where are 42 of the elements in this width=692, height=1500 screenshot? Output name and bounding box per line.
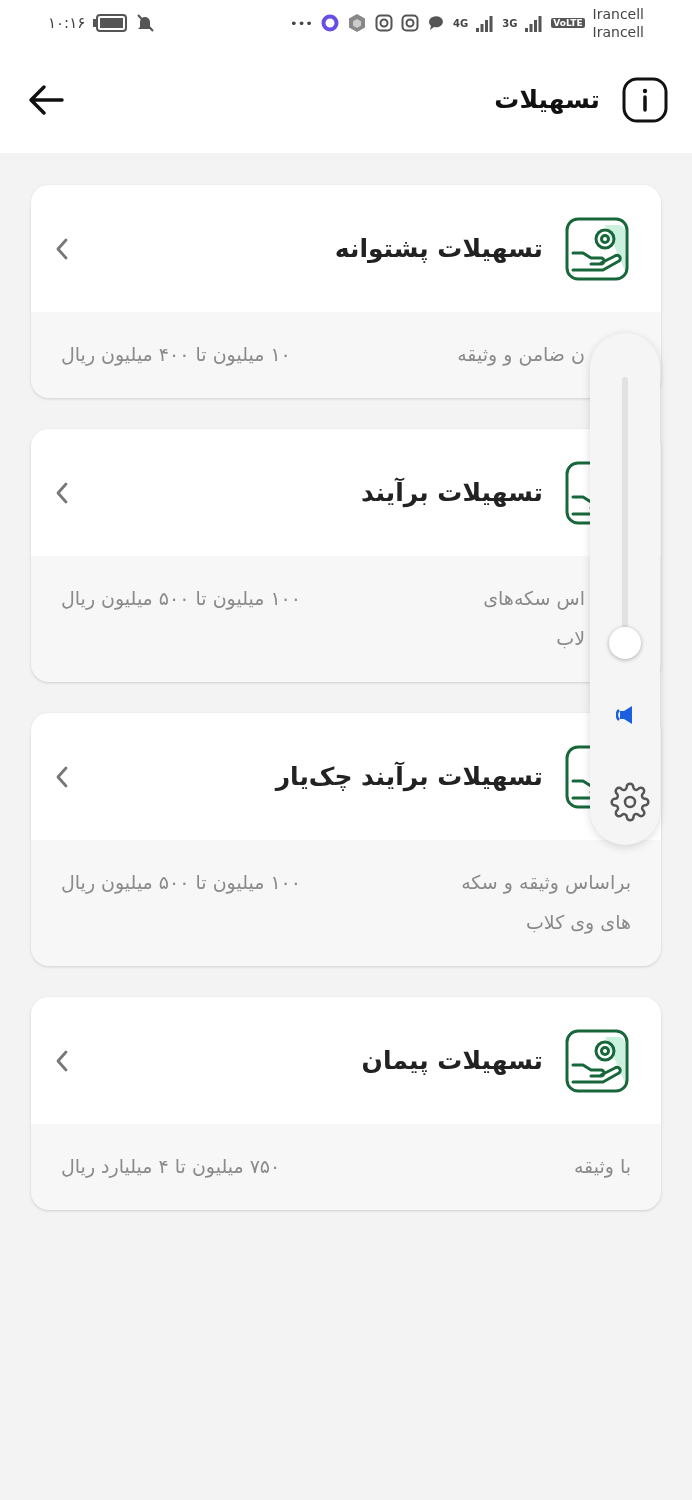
chevron-icon — [55, 1048, 69, 1073]
hexagon-icon — [347, 13, 367, 33]
loan-condition: اس سکه‌های لاب — [483, 586, 585, 651]
page-title: تسهیلات — [494, 85, 600, 114]
chevron-icon — [55, 480, 69, 505]
more-notifications: ••• — [290, 15, 313, 31]
slider-thumb[interactable] — [609, 627, 641, 659]
chat-bubble-icon — [427, 14, 445, 32]
carrier-name: Irancell — [592, 23, 644, 41]
signal-icon — [525, 14, 544, 32]
loan-title: تسهیلات پشتوانه — [333, 234, 543, 263]
ring-icon — [321, 14, 339, 32]
loan-amount-range: ۱۰ میلیون تا ۴۰۰ میلیون ریال — [61, 342, 291, 368]
hand-coin-icon — [565, 1028, 629, 1093]
info-icon[interactable] — [622, 76, 668, 123]
settings-icon[interactable] — [610, 782, 650, 822]
loan-title: تسهیلات برآیند چک‌یار — [273, 762, 543, 791]
loan-condition: با وثیقه — [573, 1154, 631, 1180]
network-type: 3G — [502, 17, 518, 29]
camera-icon — [401, 14, 419, 32]
chevron-icon — [55, 764, 69, 789]
loan-amount-range: ۱۰۰ میلیون تا ۵۰۰ میلیون ریال — [61, 586, 301, 612]
loan-condition: ن ضامن و وثیقه — [457, 342, 585, 368]
signal-icon — [476, 14, 495, 32]
battery-icon — [93, 14, 128, 32]
chevron-icon — [55, 236, 69, 261]
loan-title: تسهیلات پیمان — [360, 1046, 543, 1075]
loan-card[interactable]: تسهیلات پشتوانه ن ضامن و وثیقه ۱۰ میلیون تا ۴۰۰ میلیون ریال — [31, 185, 661, 398]
muted-bell-icon — [135, 13, 156, 33]
loan-amount-range: ۱۰۰ میلیون تا ۵۰۰ میلیون ریال — [61, 870, 301, 896]
clock-time: ۱۰:۱۶ — [48, 14, 86, 32]
loan-amount-range: ۷۵۰ میلیون تا ۴ میلیارد ریال — [61, 1154, 281, 1180]
hand-coin-icon — [565, 216, 629, 281]
loan-condition: براساس وثیقه و سکه های وی کلاب — [461, 870, 631, 936]
carrier-name: Irancell — [592, 5, 644, 23]
network-type: 4G — [453, 17, 469, 29]
loan-card[interactable]: تسهیلات پیمان با وثیقه ۷۵۰ میلیون تا ۴ میلیارد ریال — [31, 997, 661, 1210]
loan-card[interactable]: تسهیلات برآیند چک‌یار براساس وثیقه و سکه های وی کلاب ۱۰۰ میلیون تا ۵۰۰ میلیون ریال — [31, 713, 661, 966]
volte-badge: VoLTE — [551, 18, 585, 28]
camera-icon — [375, 14, 393, 32]
back-arrow-icon[interactable] — [28, 83, 64, 116]
loan-title: تسهیلات برآیند — [360, 478, 543, 507]
